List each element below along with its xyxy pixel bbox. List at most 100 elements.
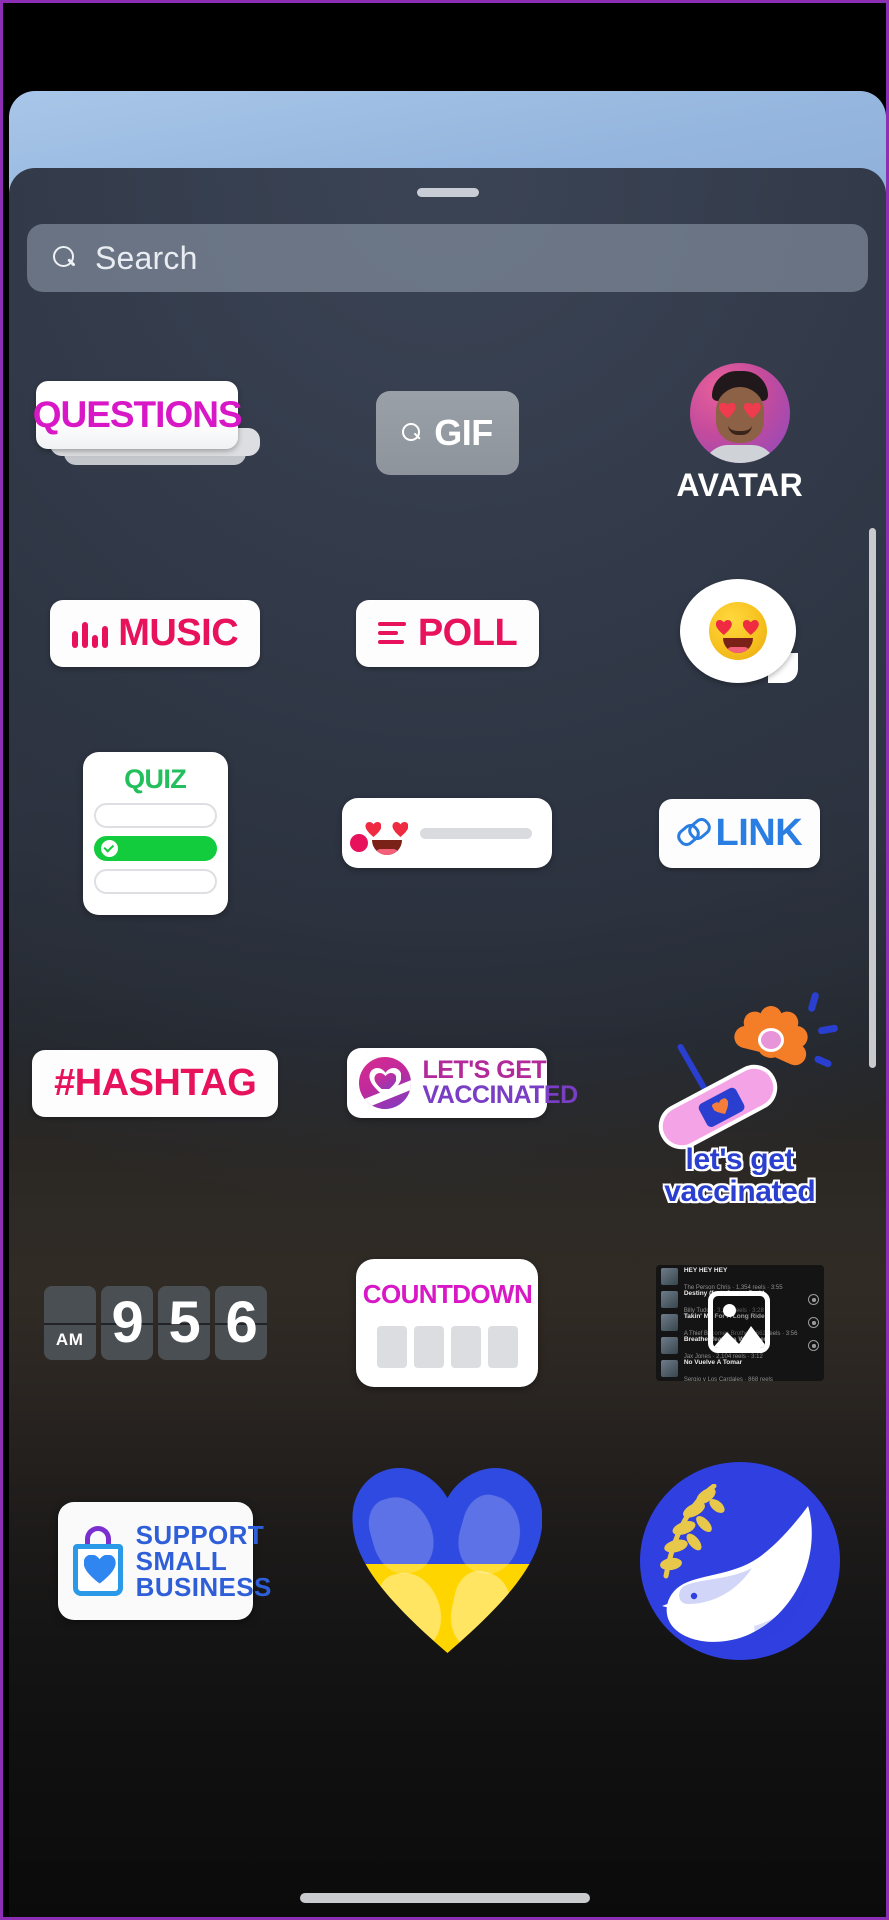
clock-digit-3: 6 (225, 1290, 258, 1355)
poll-pill[interactable]: POLL (355, 599, 540, 667)
sparkle-1 (807, 990, 820, 1013)
slider-track[interactable] (420, 827, 533, 839)
music-label: MUSIC (118, 611, 239, 654)
shopping-bag-heart-icon (70, 1525, 126, 1596)
vaccinated-pill-line1: LET'S GET (422, 1055, 547, 1084)
clock-ampm-tile: AM (43, 1286, 96, 1360)
ukraine-heart-icon[interactable] (352, 1468, 542, 1653)
sticker-link[interactable]: LINK (594, 798, 886, 868)
smiling-face-with-hearts-icon (708, 602, 767, 660)
hashtag-pill[interactable]: #HASHTAG (32, 1049, 279, 1117)
search-placeholder: Search (95, 239, 198, 276)
album-art (660, 1360, 678, 1377)
album-art (660, 1268, 678, 1285)
sticker-music[interactable]: MUSIC (9, 599, 301, 667)
dove-glyph (661, 1505, 812, 1642)
vaccinated-art-line1: let's get (685, 1142, 795, 1176)
play-icon[interactable] (807, 1317, 819, 1328)
sticker-support-small-business[interactable]: SUPPORT SMALL BUSINESS (9, 1501, 301, 1620)
vaccinated-pill-line2: VACCINATED (422, 1081, 578, 1109)
sparkle-2 (817, 1023, 839, 1035)
sticker-gif[interactable]: GIF (301, 391, 593, 475)
avatar-heart-eyes-icon (689, 362, 790, 463)
gif-button[interactable]: GIF (375, 391, 519, 475)
clock-digit-tile-3: 6 (214, 1286, 267, 1360)
quiz-option-2-correct[interactable] (93, 835, 217, 861)
emoji-slider-card[interactable] (342, 798, 553, 868)
music-bars-icon (72, 618, 109, 648)
sticker-music-photo-thumb[interactable]: HEY HEY HEY The Person Chris · 1,354 ree… (594, 1265, 886, 1381)
track-title: HEY HEY HEY (683, 1267, 728, 1275)
sticker-emoji-slider[interactable] (301, 798, 593, 868)
drag-handle[interactable] (416, 188, 479, 197)
list-item[interactable]: No Vuelve A Tomar Sergio y Los Cardales … (656, 1357, 824, 1382)
speech-bubble-body (679, 579, 796, 683)
clock-digit-2: 5 (168, 1290, 201, 1355)
slider-emoji-handle[interactable] (350, 804, 416, 862)
sticker-poll[interactable]: POLL (301, 599, 593, 667)
emoji-speech-bubble[interactable] (679, 579, 800, 687)
countdown-card[interactable]: COUNTDOWN (356, 1259, 539, 1387)
sticker-questions[interactable]: QUESTIONS (9, 381, 301, 485)
clock-ampm: AM (55, 1330, 84, 1349)
avatar-wrap[interactable]: AVATAR (676, 362, 803, 504)
photo-mountain-glyph (712, 1326, 765, 1348)
vertical-scrollbar[interactable] (869, 528, 876, 1068)
music-pill[interactable]: MUSIC (50, 599, 261, 667)
quiz-label: QUIZ (124, 763, 187, 794)
play-icon[interactable] (807, 1340, 819, 1351)
peace-dove-olive-branch-icon[interactable] (639, 1461, 840, 1660)
sticker-lets-get-vaccinated-pill[interactable]: LET'S GET VACCINATED (301, 1048, 593, 1118)
bandage-flower-icon[interactable]: let's get vaccinated (640, 976, 840, 1208)
status-bar (3, 3, 886, 91)
poll-label: POLL (417, 611, 518, 654)
questions-label: QUESTIONS (32, 394, 243, 435)
play-icon[interactable] (807, 1294, 819, 1305)
clock-digit-tile-2: 5 (157, 1286, 210, 1360)
sparkle-3 (813, 1054, 833, 1068)
sticker-peace-dove[interactable] (594, 1461, 886, 1660)
sticker-countdown[interactable]: COUNTDOWN (301, 1259, 593, 1387)
album-art (660, 1337, 678, 1354)
quiz-card[interactable]: QUIZ (82, 751, 228, 915)
hashtag-label: #HASHTAG (54, 1061, 257, 1104)
sticker-hashtag[interactable]: #HASHTAG (9, 1049, 301, 1117)
link-label: LINK (715, 811, 803, 854)
sticker-quiz[interactable]: QUIZ (9, 751, 301, 915)
album-art (660, 1314, 678, 1331)
vaccinated-pill[interactable]: LET'S GET VACCINATED (347, 1048, 578, 1118)
vaccinated-art-caption: let's get vaccinated (640, 1142, 840, 1209)
sticker-emoji-reaction[interactable] (594, 579, 886, 687)
quiz-option-3[interactable] (93, 868, 217, 894)
search-icon (402, 423, 422, 443)
support-small-business-card[interactable]: SUPPORT SMALL BUSINESS (57, 1501, 271, 1620)
heart-shape (352, 1468, 542, 1653)
sticker-clock[interactable]: AM 9 5 6 (9, 1286, 301, 1360)
slider-thumb-dot (350, 834, 369, 852)
quiz-option-1[interactable] (93, 802, 217, 828)
avatar-shirt (703, 444, 776, 463)
track-subtitle: Sergio y Los Cardales · 868 reels (683, 1376, 773, 1382)
sticker-avatar[interactable]: AVATAR (594, 362, 886, 504)
search-input[interactable]: Search (27, 224, 868, 292)
flower-head (728, 998, 814, 1078)
sticker-lets-get-vaccinated-art[interactable]: let's get vaccinated (594, 976, 886, 1208)
flip-clock[interactable]: AM 9 5 6 (43, 1286, 267, 1360)
music-list-thumbnail[interactable]: HEY HEY HEY The Person Chris · 1,354 ree… (655, 1265, 824, 1382)
link-chain-icon (677, 817, 709, 849)
vaccinated-art-line2: vaccinated (664, 1174, 816, 1208)
ssb-line1: SUPPORT (135, 1519, 265, 1550)
countdown-label: COUNTDOWN (362, 1278, 533, 1309)
ssb-line3: BUSINESS (135, 1571, 272, 1602)
clock-digit-1: 9 (111, 1290, 144, 1355)
vaccine-heart-badge-icon (359, 1057, 412, 1109)
track-title: No Vuelve A Tomar (683, 1359, 743, 1367)
search-icon (53, 246, 77, 270)
sticker-ukraine-heart[interactable] (301, 1468, 593, 1653)
home-indicator[interactable] (299, 1893, 590, 1903)
clock-digit-tile-1: 9 (100, 1286, 153, 1360)
link-pill[interactable]: LINK (659, 798, 821, 868)
ssb-line2: SMALL (135, 1545, 228, 1576)
photo-icon (707, 1291, 770, 1353)
poll-lines-icon (377, 622, 406, 644)
